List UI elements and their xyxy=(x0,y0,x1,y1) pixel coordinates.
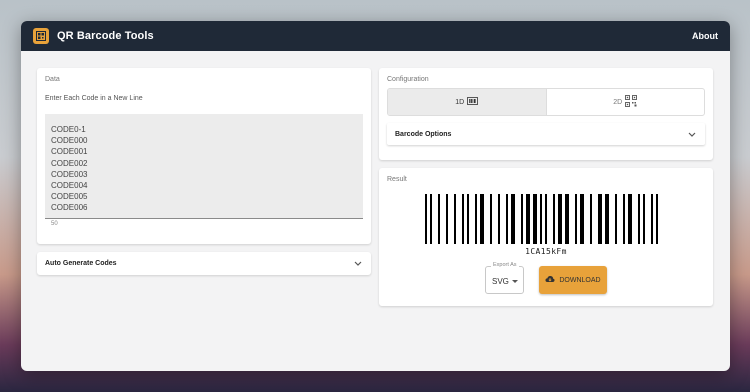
cloud-download-icon xyxy=(545,275,555,285)
app-title: QR Barcode Tools xyxy=(57,30,154,42)
barcode-bar xyxy=(467,194,469,244)
barcode-bar xyxy=(480,194,484,244)
code-line: CODE003 xyxy=(51,169,88,179)
barcode-bar xyxy=(438,194,440,244)
code-line: CODE0-1 xyxy=(51,125,86,134)
configuration-panel: Configuration 1D 2D Barcode Options xyxy=(379,68,713,160)
barcode-bar xyxy=(475,194,477,244)
data-panel: Data Enter Each Code in a New Line CODE0… xyxy=(37,68,371,244)
barcode-bar xyxy=(521,194,523,244)
toggle-2d-label: 2D xyxy=(613,98,623,106)
barcode-bar xyxy=(575,194,577,244)
auto-generate-label: Auto Generate Codes xyxy=(45,260,117,267)
export-format-value: SVG xyxy=(492,277,509,286)
barcode-bar xyxy=(430,194,432,244)
code-line: CODE004 xyxy=(51,181,88,191)
barcode-bar xyxy=(540,194,542,244)
configuration-heading: Configuration xyxy=(387,76,429,83)
download-button[interactable]: DOWNLOAD xyxy=(539,266,607,294)
export-format-select[interactable]: Export As SVG xyxy=(485,262,524,294)
barcode-icon xyxy=(467,97,479,107)
codes-textarea[interactable]: CODE0-1 CODE000 CODE001 CODE002 CODE003 … xyxy=(45,114,363,219)
chevron-down-icon xyxy=(687,129,697,139)
barcode-value: 1CA15kFm xyxy=(525,247,567,256)
barcode-bar xyxy=(651,194,653,244)
auto-generate-accordion[interactable]: Auto Generate Codes xyxy=(37,252,371,275)
barcode-bar xyxy=(533,194,537,244)
barcode-bar xyxy=(605,194,609,244)
barcode-bar xyxy=(643,194,645,244)
barcode-bar xyxy=(511,194,515,244)
barcode-bar xyxy=(553,194,555,244)
code-line: CODE005 xyxy=(51,192,88,202)
result-panel: Result 1CA15kFm Export As SVG DOWNLOAD xyxy=(379,168,713,306)
barcode-bar xyxy=(565,194,569,244)
code-line: CODE000 xyxy=(51,136,88,146)
qr-code-icon xyxy=(625,95,638,109)
barcode-bar xyxy=(598,194,602,244)
barcode-bar xyxy=(498,194,500,244)
barcode-options-accordion[interactable]: Barcode Options xyxy=(387,123,705,145)
barcode-bar xyxy=(454,194,456,244)
chevron-down-icon xyxy=(353,259,363,269)
toggle-1d[interactable]: 1D xyxy=(388,89,546,115)
barcode-bar xyxy=(506,194,508,244)
data-instruction: Enter Each Code in a New Line xyxy=(45,95,143,102)
barcode-options-label: Barcode Options xyxy=(395,130,452,138)
export-as-label: Export As xyxy=(491,262,519,268)
char-count: 50 xyxy=(51,221,58,227)
app-window: QR Barcode Tools About Data Enter Each C… xyxy=(21,21,730,371)
app-bar: QR Barcode Tools About xyxy=(21,21,730,51)
result-heading: Result xyxy=(387,176,407,183)
download-label: DOWNLOAD xyxy=(559,276,601,284)
toggle-2d[interactable]: 2D xyxy=(545,89,705,115)
dropdown-caret-icon xyxy=(512,280,518,283)
app-logo-icon xyxy=(33,28,49,44)
barcode-bar xyxy=(526,194,530,244)
barcode-bar xyxy=(638,194,640,244)
barcode-bar xyxy=(628,194,632,244)
barcode-bar xyxy=(558,194,562,244)
code-line: CODE006 xyxy=(51,203,88,213)
code-line: CODE002 xyxy=(51,158,88,168)
barcode-bar xyxy=(656,194,658,244)
data-heading: Data xyxy=(45,76,60,83)
toggle-1d-label: 1D xyxy=(455,98,465,106)
barcode-bar xyxy=(590,194,592,244)
barcode-bar xyxy=(446,194,448,244)
barcode-bar xyxy=(623,194,625,244)
dimension-toggle-group: 1D 2D xyxy=(387,88,705,116)
code-line: CODE001 xyxy=(51,147,88,157)
barcode-bar xyxy=(425,194,427,244)
barcode-bar xyxy=(545,194,547,244)
barcode-bar xyxy=(580,194,584,244)
barcode-bar xyxy=(462,194,464,244)
barcode-bar xyxy=(490,194,492,244)
barcode-bar xyxy=(615,194,617,244)
about-link[interactable]: About xyxy=(692,31,718,41)
